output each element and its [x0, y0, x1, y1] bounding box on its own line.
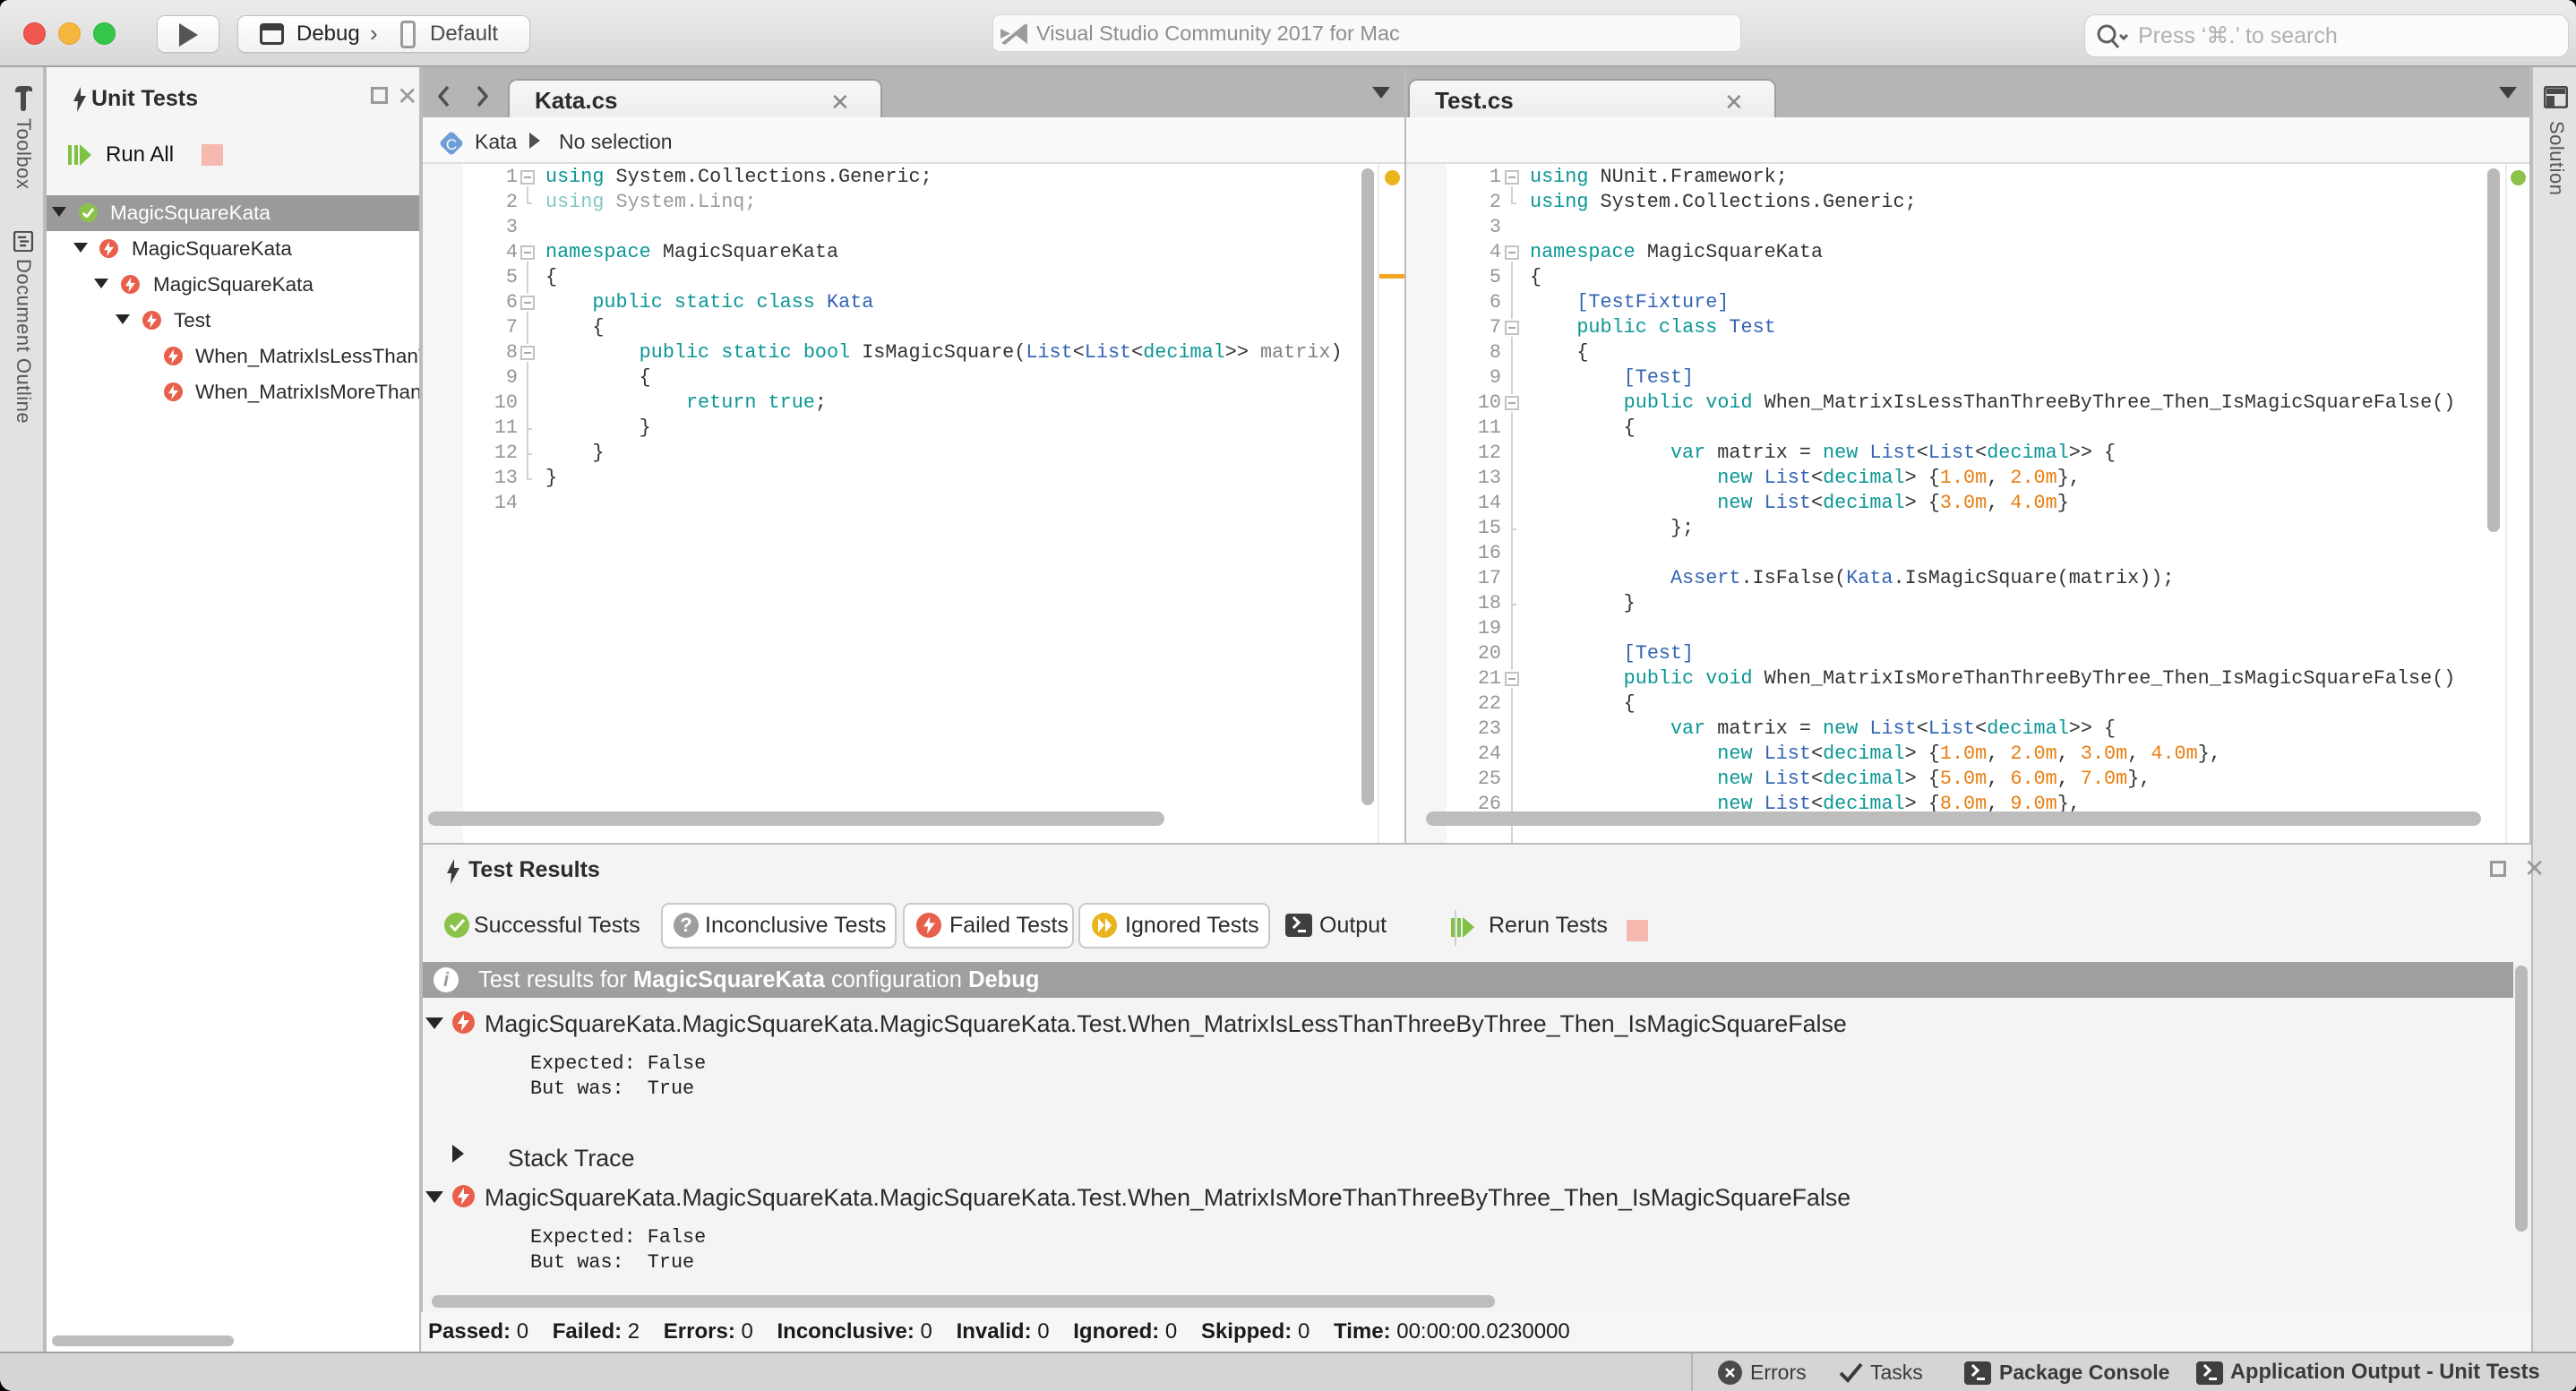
svg-text:C: C — [446, 136, 457, 153]
